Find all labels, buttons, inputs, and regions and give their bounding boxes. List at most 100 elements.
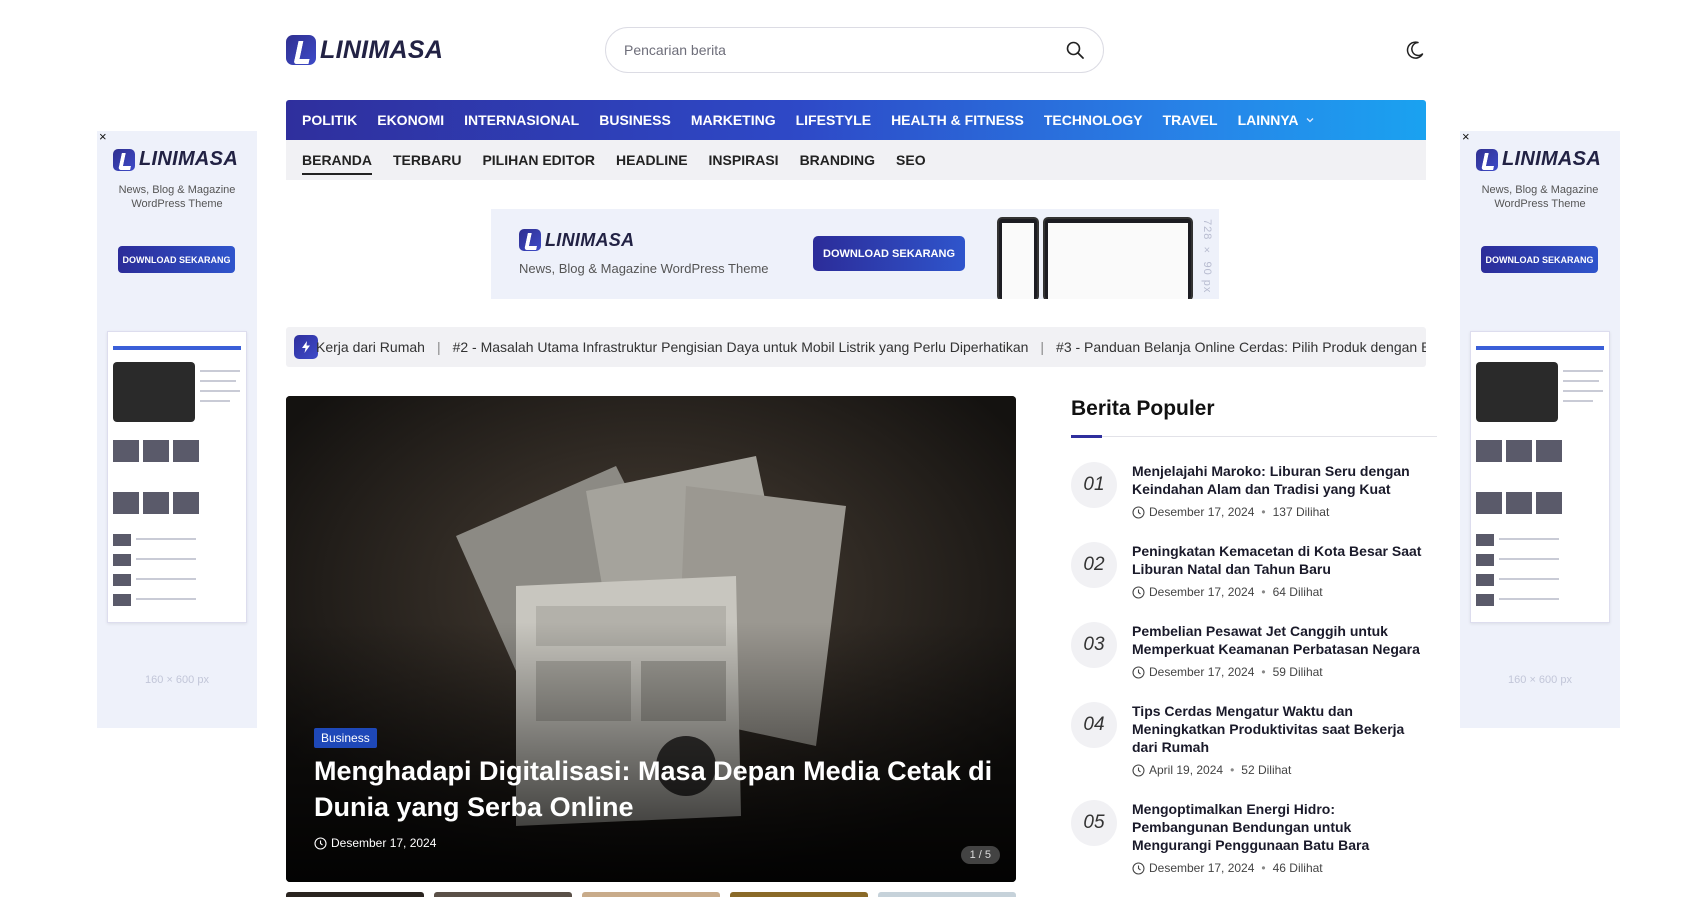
slider-thumbnails — [286, 892, 1016, 897]
side-ad-subtitle: News, Blog & Magazine WordPress Theme — [118, 184, 236, 210]
nav-item-internasional[interactable]: INTERNASIONAL — [454, 112, 589, 128]
ticker-item[interactable]: #2 - Masalah Utama Infrastruktur Pengisi… — [453, 339, 1029, 355]
popular-item-views: 137 Dilihat — [1272, 505, 1330, 519]
thumbnail[interactable] — [582, 892, 720, 897]
thumbnail[interactable] — [286, 892, 424, 897]
popular-item-title[interactable]: Tips Cerdas Mengatur Waktu dan Meningkat… — [1132, 702, 1432, 756]
popular-item-title[interactable]: Pembelian Pesawat Jet Canggih untuk Memp… — [1132, 622, 1432, 658]
hero-title[interactable]: Menghadapi Digitalisasi: Masa Depan Medi… — [314, 753, 994, 825]
site-header: LINIMASA — [286, 24, 1426, 76]
popular-item-views: 46 Dilihat — [1272, 861, 1323, 875]
search-box — [605, 27, 1104, 73]
side-ad-logo-text: LINIMASA — [1502, 148, 1602, 170]
subnav-item-beranda[interactable]: BERANDA — [302, 140, 372, 180]
ticker-separator: | — [436, 339, 441, 355]
popular-item-date: April 19, 2024 — [1149, 763, 1224, 777]
meta-dot: • — [1261, 861, 1266, 875]
subnav-item-inspirasi[interactable]: INSPIRASI — [709, 140, 779, 180]
nav-item-technology[interactable]: TECHNOLOGY — [1034, 112, 1153, 128]
popular-item-views: 52 Dilihat — [1241, 763, 1292, 777]
nav-item-lifestyle[interactable]: LIFESTYLE — [786, 112, 881, 128]
nav-item-travel[interactable]: TRAVEL — [1153, 112, 1228, 128]
clock-icon — [1132, 665, 1145, 679]
clock-icon — [1132, 763, 1145, 777]
nav-item-politik[interactable]: POLITIK — [302, 112, 367, 128]
clock-icon — [1132, 585, 1145, 599]
rank-number: 01 — [1071, 462, 1117, 508]
thumbnail[interactable] — [878, 892, 1016, 897]
secondary-nav: BERANDA TERBARU PILIHAN EDITOR HEADLINE … — [286, 140, 1426, 180]
popular-item-meta: Desember 17, 2024 • 137 Dilihat — [1132, 505, 1329, 519]
subnav-item-terbaru[interactable]: TERBARU — [393, 140, 461, 180]
nav-item-lainnya-label: LAINNYA — [1237, 112, 1299, 128]
side-ad-size-label: 160 × 600 px — [145, 674, 209, 686]
popular-item-title[interactable]: Peningkatan Kemacetan di Kota Besar Saat… — [1132, 542, 1432, 578]
popular-news: Berita Populer 01 Menjelajahi Maroko: Li… — [1071, 396, 1437, 875]
clock-icon — [314, 836, 327, 850]
site-preview-image — [1470, 331, 1610, 623]
subnav-item-branding[interactable]: BRANDING — [800, 140, 875, 180]
nav-item-lainnya[interactable]: LAINNYA — [1228, 112, 1325, 128]
category-badge[interactable]: Business — [314, 728, 377, 748]
nav-item-ekonomi[interactable]: EKONOMI — [367, 112, 454, 128]
meta-dot: • — [1230, 763, 1235, 777]
top-banner-ad[interactable]: LINIMASA News, Blog & Magazine WordPress… — [491, 209, 1219, 299]
rank-number: 05 — [1071, 800, 1117, 846]
logo-mark-icon — [1476, 148, 1498, 171]
page: LINIMASA POLITIK EKONOMI INTERNASIONAL B… — [0, 0, 1692, 897]
nav-item-health-fitness[interactable]: HEALTH & FITNESS — [881, 112, 1034, 128]
thumbnail[interactable] — [730, 892, 868, 897]
site-logo[interactable]: LINIMASA — [286, 35, 443, 65]
ticker-separator: | — [1040, 339, 1045, 355]
logo-mark-icon — [519, 229, 541, 251]
rank-number: 03 — [1071, 622, 1117, 668]
logo-text: LINIMASA — [320, 35, 444, 64]
side-ad-logo-text: LINIMASA — [139, 148, 239, 170]
side-ad-subtitle: News, Blog & Magazine WordPress Theme — [1481, 184, 1599, 210]
popular-item-title[interactable]: Mengoptimalkan Energi Hidro: Pembangunan… — [1132, 800, 1432, 854]
popular-item-meta: Desember 17, 2024 • 64 Dilihat — [1132, 585, 1323, 599]
meta-dot: • — [1261, 505, 1266, 519]
popular-item-title[interactable]: Menjelajahi Maroko: Liburan Seru dengan … — [1132, 462, 1432, 498]
side-ad-size-label: 160 × 600 px — [1508, 674, 1572, 686]
popular-item-date: Desember 17, 2024 — [1149, 585, 1255, 599]
side-ad-download-button[interactable]: DOWNLOAD SEKARANG — [1481, 246, 1598, 273]
close-ad-icon[interactable]: × — [1462, 131, 1470, 144]
clock-icon — [1132, 505, 1145, 519]
popular-item-meta: Desember 17, 2024 • 59 Dilihat — [1132, 665, 1323, 679]
slide-counter: 1 / 5 — [960, 846, 1000, 864]
site-preview-image — [107, 331, 247, 623]
side-ad-download-button[interactable]: DOWNLOAD SEKARANG — [118, 246, 235, 273]
featured-slider[interactable]: Business Menghadapi Digitalisasi: Masa D… — [286, 396, 1016, 882]
banner-logo-text: LINIMASA — [545, 229, 635, 250]
meta-dot: • — [1261, 585, 1266, 599]
left-skyscraper-ad[interactable]: × LINIMASA News, Blog & Magazine WordPre… — [97, 131, 257, 728]
side-ad-logo: LINIMASA — [1476, 148, 1601, 171]
subnav-item-pilihan-editor[interactable]: PILIHAN EDITOR — [482, 140, 595, 180]
banner-download-button[interactable]: DOWNLOAD SEKARANG — [813, 236, 965, 271]
banner-size-label: 728 × 90 px — [1201, 219, 1213, 294]
thumbnail[interactable] — [434, 892, 572, 897]
ticker-item[interactable]: #3 - Panduan Belanja Online Cerdas: Pili… — [1056, 339, 1426, 355]
rank-number: 02 — [1071, 542, 1117, 588]
popular-item-date: Desember 17, 2024 — [1149, 861, 1255, 875]
ticker-track: Kerja dari Rumah | #2 - Masalah Utama In… — [316, 339, 1426, 355]
phone-mockup-image — [997, 217, 1039, 299]
side-ad-logo: LINIMASA — [113, 148, 238, 171]
dark-mode-moon-icon[interactable] — [1404, 39, 1426, 61]
search-icon[interactable] — [1065, 40, 1085, 60]
meta-dot: • — [1261, 665, 1266, 679]
ticker-item[interactable]: Kerja dari Rumah — [316, 339, 425, 355]
subnav-item-headline[interactable]: HEADLINE — [616, 140, 688, 180]
close-ad-icon[interactable]: × — [99, 131, 107, 144]
search-input[interactable] — [624, 42, 1065, 58]
logo-mark-icon — [286, 35, 316, 65]
nav-item-business[interactable]: BUSINESS — [589, 112, 681, 128]
nav-item-marketing[interactable]: MARKETING — [681, 112, 786, 128]
right-skyscraper-ad[interactable]: × LINIMASA News, Blog & Magazine WordPre… — [1460, 131, 1620, 728]
logo-mark-icon — [113, 148, 135, 171]
popular-item-views: 59 Dilihat — [1272, 665, 1323, 679]
rank-number: 04 — [1071, 702, 1117, 748]
subnav-item-seo[interactable]: SEO — [896, 140, 926, 180]
lightning-icon — [294, 335, 318, 359]
